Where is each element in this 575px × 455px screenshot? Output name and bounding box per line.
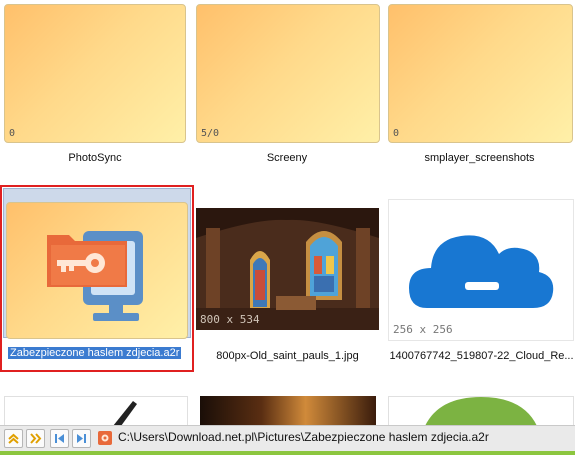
double-right-arrow-icon: [30, 433, 42, 444]
double-up-arrow-icon: [8, 433, 19, 444]
image-thumbnail[interactable]: 800 x 534: [196, 208, 379, 330]
file-item-cloud[interactable]: 256 x 256 1400767742_519807-22_Cloud_Re.…: [388, 185, 575, 372]
image-dimensions: 800 x 534: [200, 313, 260, 326]
folder-thumbnail[interactable]: 0: [388, 4, 573, 143]
folder-item-smplayer[interactable]: 0 smplayer_screenshots: [388, 4, 575, 174]
password-protected-file-icon: [47, 231, 143, 321]
first-button[interactable]: [4, 429, 23, 448]
folder-item-photosync[interactable]: 0 PhotoSync: [4, 4, 186, 174]
folder-name: Screeny: [266, 152, 308, 164]
pen-stroke-image: [113, 401, 137, 426]
folder-thumbnail[interactable]: 5/0: [196, 4, 380, 143]
prev-button[interactable]: [50, 429, 69, 448]
cloud-icon: [409, 235, 554, 308]
file-item-partial-1[interactable]: [4, 396, 188, 427]
folder-count: 0: [393, 128, 400, 139]
image-thumbnail[interactable]: 256 x 256: [388, 199, 574, 341]
file-item-a2r[interactable]: Zabezpieczone haslem zdjecia.a2r: [0, 185, 194, 372]
file-item-jpg[interactable]: 800 x 534 800px-Old_saint_pauls_1.jpg: [196, 185, 382, 372]
folder-name: smplayer_screenshots: [424, 152, 535, 164]
image-thumbnail[interactable]: [4, 396, 188, 427]
next-button[interactable]: [72, 429, 91, 448]
folder-count: 5/0: [201, 128, 220, 139]
image-thumbnail[interactable]: [388, 396, 574, 427]
folder-count: 0: [9, 128, 16, 139]
folder-name: PhotoSync: [68, 152, 122, 164]
skip-right-icon: [77, 434, 86, 443]
folder-item-screeny[interactable]: 5/0 Screeny: [196, 4, 380, 174]
thumbnail-grid: 0 PhotoSync 5/0 Screeny 0 smplayer_scree…: [0, 0, 575, 427]
file-item-partial-3[interactable]: [388, 396, 574, 427]
image-dimensions: 256 x 256: [393, 323, 453, 336]
file-item-partial-2[interactable]: [200, 396, 376, 426]
green-circle-image: [425, 397, 537, 426]
status-bar: C:\Users\Download.net.pl\Pictures\Zabezp…: [0, 425, 575, 455]
file-thumbnail[interactable]: [6, 202, 188, 339]
file-name: 1400767742_519807-22_Cloud_Re...: [389, 350, 574, 362]
church-photo-image: [196, 208, 379, 330]
file-name-text: Zabezpieczone haslem zdjecia.a2r: [8, 347, 182, 359]
next-folder-button[interactable]: [26, 429, 45, 448]
file-path: C:\Users\Download.net.pl\Pictures\Zabezp…: [118, 430, 489, 444]
image-thumbnail[interactable]: [200, 396, 376, 425]
lock-icon: [101, 434, 109, 442]
file-name: Zabezpieczone haslem zdjecia.a2r: [8, 347, 188, 359]
file-type-icon: [98, 431, 112, 445]
file-name: 800px-Old_saint_pauls_1.jpg: [216, 350, 359, 362]
folder-thumbnail[interactable]: 0: [4, 4, 186, 143]
status-accent-bar: [0, 451, 575, 455]
skip-left-icon: [55, 434, 64, 443]
